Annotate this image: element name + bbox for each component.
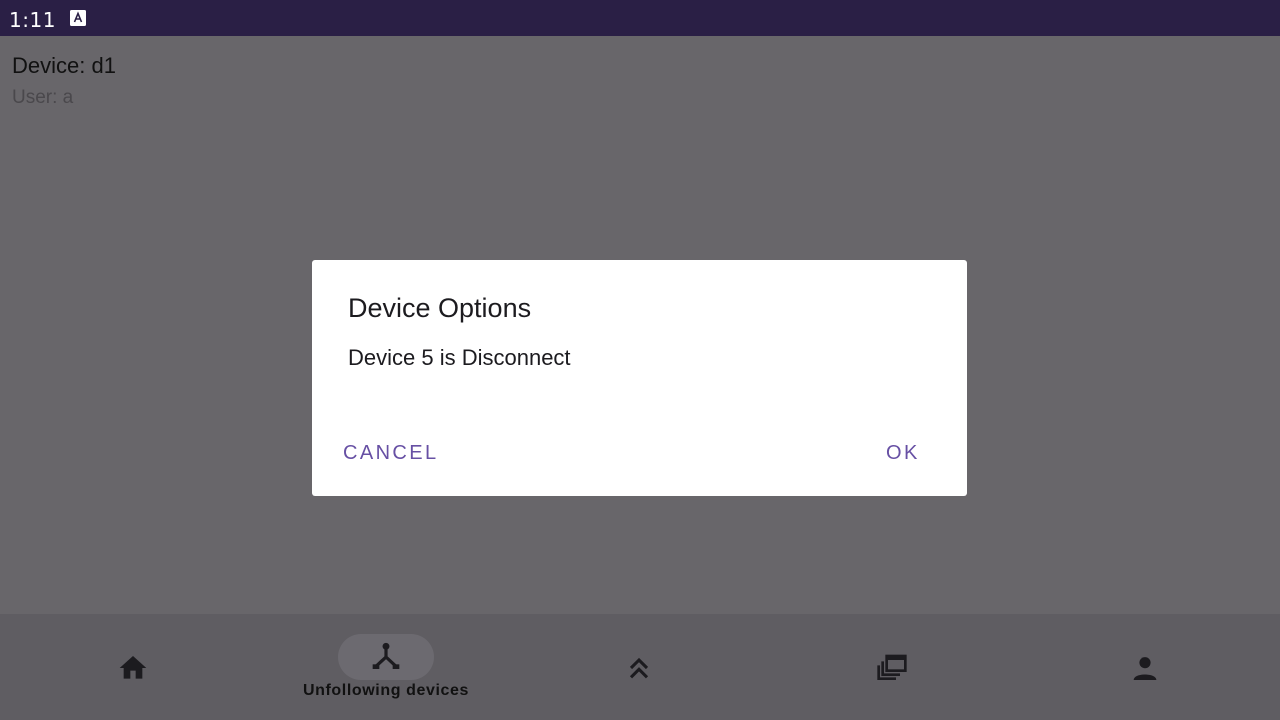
cancel-button[interactable]: CANCEL: [343, 442, 439, 465]
person-icon: [1133, 657, 1157, 680]
device-title: Device: d1: [12, 53, 116, 78]
user-label: User: a: [12, 87, 74, 108]
double-chevron-up-icon: [629, 657, 649, 679]
fork-network-icon: [372, 642, 400, 669]
nav-upgrade[interactable]: [511, 614, 767, 720]
dialog-title: Device Options: [348, 293, 532, 323]
nav-home[interactable]: [5, 614, 261, 720]
device-options-dialog: Device Options Device 5 is Disconnect CA…: [312, 260, 967, 496]
accessibility-text-icon: [70, 10, 86, 26]
bottom-navigation: Unfollowing devices: [0, 614, 1280, 720]
nav-profile[interactable]: [1017, 614, 1273, 720]
nav-unfollowing-devices[interactable]: Unfollowing devices: [258, 614, 514, 720]
dialog-message: Device 5 is Disconnect: [348, 345, 571, 370]
status-bar: 1:11: [0, 0, 1280, 36]
ok-button[interactable]: OK: [886, 442, 920, 465]
nav-windows[interactable]: [764, 614, 1020, 720]
stacked-windows-icon: [877, 654, 907, 680]
nav-label: Unfollowing devices: [302, 682, 470, 699]
home-icon: [119, 656, 147, 679]
status-time: 1:11: [9, 8, 56, 32]
